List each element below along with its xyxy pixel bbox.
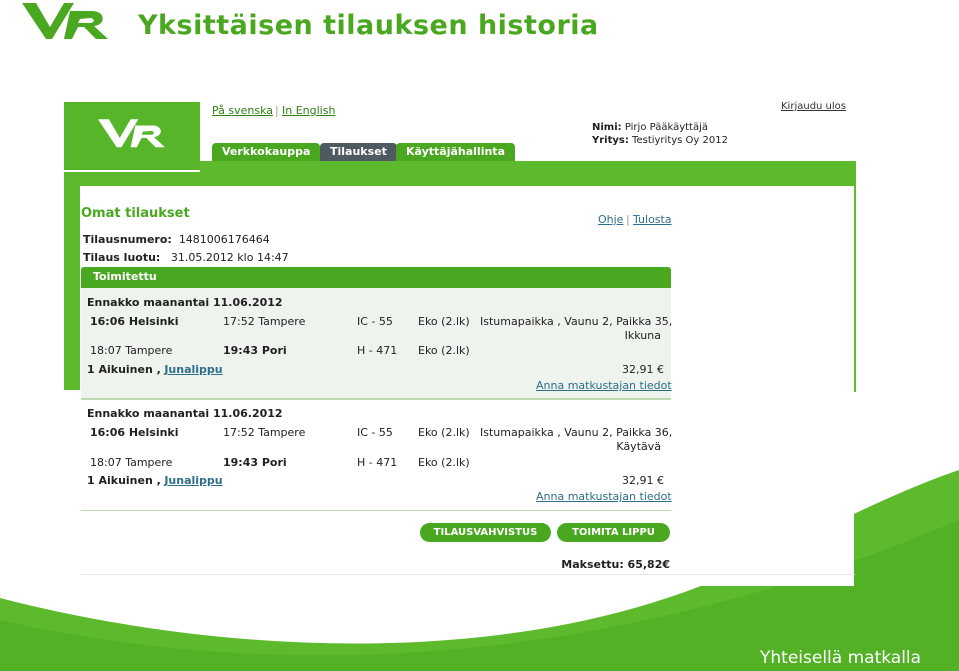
trip-2-leg-1-departure: 16:06 Helsinki — [90, 426, 179, 439]
app-vr-logo — [98, 119, 165, 148]
trip-1-passenger: 1 Aikuinen , Junalippu — [87, 363, 223, 376]
trip-2-leg-1-seat-type: Käytävä — [616, 440, 661, 453]
trip-1-leg-2-arrival: 19:43 Pori — [223, 344, 287, 357]
logout-link[interactable]: Kirjaudu ulos — [781, 101, 846, 112]
trip-2-leg-1-train: IC - 55 — [357, 426, 393, 439]
trip-2-passenger-count: 1 Aikuinen , — [87, 474, 161, 487]
user-name-row: Nimi: Pirjo Pääkäyttäjä — [592, 122, 708, 133]
trip-2-passenger: 1 Aikuinen , Junalippu — [87, 474, 223, 487]
company-value: Testiyritys Oy 2012 — [632, 135, 728, 146]
trip-1-leg-1-departure: 16:06 Helsinki — [90, 315, 179, 328]
lang-swedish-link[interactable]: På svenska — [212, 104, 273, 117]
trip-1-leg-1-train: IC - 55 — [357, 315, 393, 328]
trip-1-leg-1-arrival: 17:52 Tampere — [223, 315, 306, 328]
tab-verkkokauppa[interactable]: Verkkokauppa — [212, 143, 321, 161]
order-number-value: 1481006176464 — [178, 233, 270, 246]
status-bar: Toimitettu — [81, 267, 671, 288]
trip-divider — [81, 398, 671, 400]
order-created-row: Tilaus luotu: 31.05.2012 klo 14:47 — [83, 251, 289, 264]
trip-1-leg-1-seat: Istumapaikka , Vaunu 2, Paikka 35, — [480, 315, 673, 328]
trip-2-leg-1-class: Eko (2.lk) — [418, 426, 470, 439]
lang-english-link[interactable]: In English — [282, 104, 335, 117]
slogan: Yhteisellä matkalla — [760, 648, 922, 668]
lang-separator: | — [275, 104, 279, 117]
company-row: Yritys: Testiyritys Oy 2012 — [592, 135, 728, 146]
paid-total: Maksettu: 65,82€ — [561, 558, 670, 571]
trip-1-leg-2-train: H - 471 — [357, 344, 398, 357]
trip-2-leg-2-class: Eko (2.lk) — [418, 456, 470, 469]
trip-2-ticket-link[interactable]: Junalippu — [164, 474, 222, 487]
tab-tilaukset[interactable]: Tilaukset — [320, 143, 397, 161]
trip-1-title: Ennakko maanantai 11.06.2012 — [87, 296, 283, 309]
frame-mask — [64, 390, 80, 590]
actions-divider — [81, 510, 671, 511]
vr-logo — [22, 3, 108, 39]
help-link[interactable]: Ohje — [598, 213, 623, 226]
trip-2-leg-1-seat: Istumapaikka , Vaunu 2, Paikka 36, — [480, 426, 673, 439]
trip-1-leg-1-seat-type: Ikkuna — [624, 329, 661, 342]
print-link[interactable]: Tulosta — [633, 213, 672, 226]
trip-2-leg-2-departure: 18:07 Tampere — [90, 456, 173, 469]
trip-1-leg-1-class: Eko (2.lk) — [418, 315, 470, 328]
trip-2-leg-1-arrival: 17:52 Tampere — [223, 426, 306, 439]
order-number-row: Tilausnumero: 1481006176464 — [83, 233, 270, 246]
order-created-value: 31.05.2012 klo 14:47 — [170, 251, 289, 264]
status-text: Toimitettu — [93, 270, 157, 283]
trip-2-leg-2-train: H - 471 — [357, 456, 398, 469]
trip-1-price: 32,91 € — [622, 363, 664, 376]
app-logo-box — [64, 102, 200, 170]
link-separator: | — [626, 213, 630, 226]
trip-1-leg-2-class: Eko (2.lk) — [418, 344, 470, 357]
trip-1-ticket-link[interactable]: Junalippu — [164, 363, 222, 376]
trip-2-leg-2-arrival: 19:43 Pori — [223, 456, 287, 469]
name-label: Nimi: — [592, 122, 622, 133]
trip-2-title: Ennakko maanantai 11.06.2012 — [87, 407, 283, 420]
page-heading: Omat tilaukset — [81, 206, 190, 221]
trip-2-price: 32,91 € — [622, 474, 664, 487]
trip-1-leg-2-departure: 18:07 Tampere — [90, 344, 173, 357]
tab-bar-underline — [200, 161, 856, 172]
company-label: Yritys: — [592, 135, 629, 146]
trip-2-traveller-link[interactable]: Anna matkustajan tiedot — [536, 490, 672, 503]
name-value: Pirjo Pääkäyttäjä — [624, 122, 708, 133]
order-number-label: Tilausnumero: — [83, 233, 172, 246]
slide-title: Yksittäisen tilauksen historia — [138, 10, 599, 41]
tab-kayttajahallinta[interactable]: Käyttäjähallinta — [396, 143, 515, 161]
order-confirmation-button[interactable]: TILAUSVAHVISTUS — [420, 523, 551, 542]
order-created-label: Tilaus luotu: — [83, 251, 161, 264]
trip-1-traveller-link[interactable]: Anna matkustajan tiedot — [536, 379, 672, 392]
trip-1-passenger-count: 1 Aikuinen , — [87, 363, 161, 376]
deliver-ticket-button[interactable]: TOIMITA LIPPU — [557, 523, 670, 542]
content-bottom-line — [81, 574, 855, 575]
